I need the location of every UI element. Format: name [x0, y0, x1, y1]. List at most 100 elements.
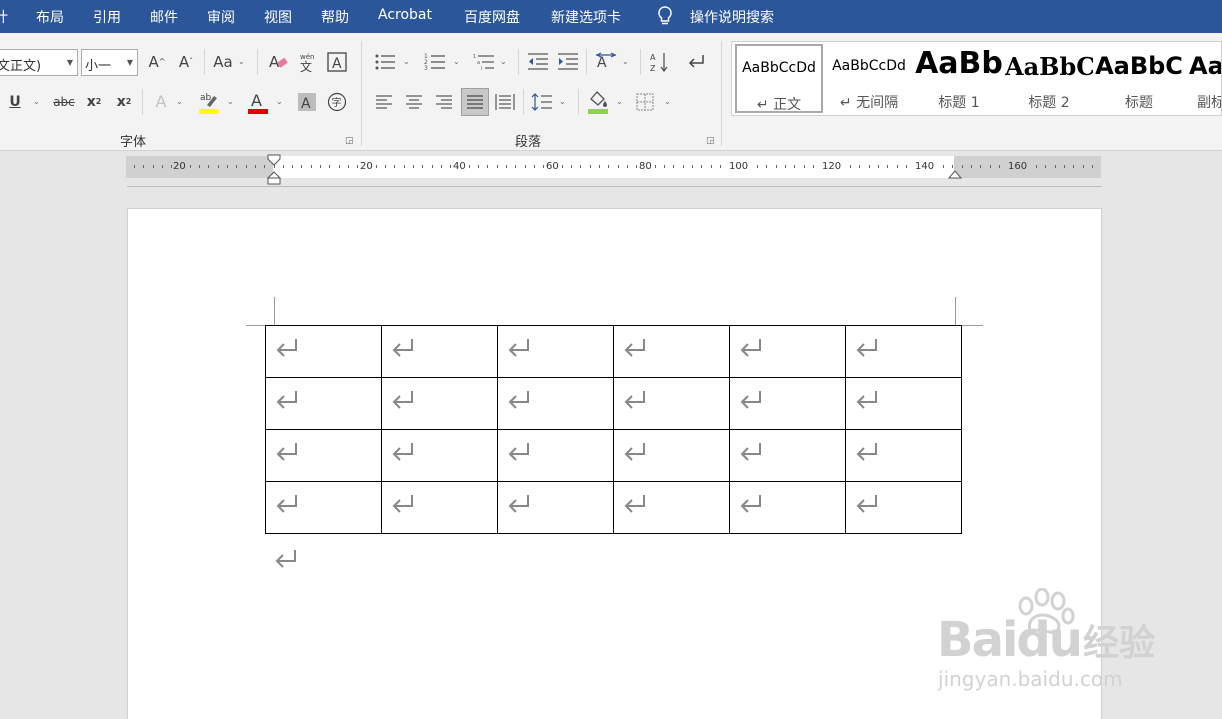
- highlight-color-icon[interactable]: ab: [197, 89, 221, 115]
- table-cell[interactable]: [265, 429, 382, 482]
- ruler-tick: [1073, 165, 1075, 168]
- style-subtitle[interactable]: AaI 副标: [1185, 44, 1221, 113]
- chevron-down-icon[interactable]: ⌄: [33, 97, 40, 106]
- tab-design[interactable]: 计: [0, 7, 8, 27]
- ruler-tick: [431, 165, 433, 168]
- horizontal-ruler[interactable]: 20 20 40 60 80 100 120 140 160: [126, 154, 1101, 185]
- ruler-tick: [859, 165, 861, 168]
- style-title[interactable]: AaBbC 标题: [1095, 44, 1183, 113]
- table-cell[interactable]: [729, 377, 846, 430]
- table-cell[interactable]: [845, 429, 962, 482]
- chevron-down-icon[interactable]: ⌄: [453, 57, 460, 66]
- chevron-down-icon[interactable]: ⌄: [559, 97, 566, 106]
- chevron-down-icon[interactable]: ⌄: [276, 97, 283, 106]
- subscript-icon[interactable]: x2: [83, 91, 105, 113]
- table-cell[interactable]: [729, 481, 846, 534]
- chevron-down-icon[interactable]: ⌄: [616, 97, 623, 106]
- bullets-icon[interactable]: [373, 51, 397, 73]
- chevron-down-icon[interactable]: ⌄: [176, 97, 183, 106]
- table-cell[interactable]: [497, 377, 614, 430]
- font-color-icon[interactable]: A: [246, 89, 270, 115]
- align-left-icon[interactable]: [373, 91, 395, 113]
- tab-new-tab[interactable]: 新建选项卡: [551, 7, 621, 27]
- table-cell[interactable]: [381, 377, 498, 430]
- table-cell[interactable]: [381, 429, 498, 482]
- numbering-icon[interactable]: 123: [423, 51, 447, 73]
- chevron-down-icon[interactable]: ⌄: [622, 57, 629, 66]
- table-cell[interactable]: [265, 377, 382, 430]
- tab-baidu-netdisk[interactable]: 百度网盘: [464, 7, 520, 27]
- table-cell[interactable]: [265, 325, 382, 378]
- chevron-down-icon[interactable]: ⌄: [500, 57, 507, 66]
- tab-help[interactable]: 帮助: [321, 7, 349, 27]
- clear-formatting-icon[interactable]: A: [266, 51, 290, 73]
- distributed-align-icon[interactable]: [494, 91, 516, 113]
- table-cell[interactable]: [845, 377, 962, 430]
- chevron-down-icon[interactable]: ⌄: [403, 57, 410, 66]
- style-heading-2[interactable]: AaBbC 标题 2: [1005, 44, 1093, 113]
- paragraph-dialog-launcher-icon[interactable]: ◲: [706, 136, 715, 146]
- table-cell[interactable]: [845, 481, 962, 534]
- chevron-down-icon[interactable]: ⌄: [238, 57, 245, 66]
- font-dialog-launcher-icon[interactable]: ◲: [345, 136, 354, 146]
- enclose-characters-icon[interactable]: 字: [326, 91, 348, 113]
- align-center-icon[interactable]: [403, 91, 425, 113]
- font-size-combo[interactable]: 小一 ▼: [81, 49, 138, 76]
- font-name-combo[interactable]: 文正文) ▼: [0, 49, 78, 76]
- table-cell[interactable]: [613, 481, 730, 534]
- tab-layout[interactable]: 布局: [36, 7, 64, 27]
- table-cell[interactable]: [497, 481, 614, 534]
- character-shading-icon[interactable]: A: [296, 91, 318, 113]
- strikethrough-icon[interactable]: abc: [52, 91, 76, 113]
- sort-icon[interactable]: AZ: [648, 51, 672, 73]
- line-spacing-icon[interactable]: [530, 91, 554, 113]
- table-cell[interactable]: [845, 325, 962, 378]
- table-cell[interactable]: [381, 481, 498, 534]
- tab-references[interactable]: 引用: [93, 7, 121, 27]
- table-cell[interactable]: [613, 325, 730, 378]
- table-cell[interactable]: [497, 325, 614, 378]
- underline-icon[interactable]: U: [4, 91, 26, 113]
- style-heading-1[interactable]: AaBb 标题 1: [915, 44, 1003, 113]
- multilevel-list-icon[interactable]: 1ai: [472, 51, 496, 73]
- paragraph-mark-icon: [740, 391, 761, 409]
- right-indent-marker-icon[interactable]: [948, 168, 962, 180]
- style-no-spacing[interactable]: AaBbCcDd ↵ 无间隔: [825, 44, 913, 113]
- borders-icon[interactable]: [634, 91, 656, 113]
- table-cell[interactable]: [613, 429, 730, 482]
- tab-mailings[interactable]: 邮件: [150, 7, 178, 27]
- chevron-down-icon[interactable]: ⌄: [227, 97, 234, 106]
- phonetic-guide-icon[interactable]: wén 文: [296, 51, 320, 73]
- superscript-icon[interactable]: x2: [113, 91, 135, 113]
- tab-acrobat[interactable]: Acrobat: [378, 7, 432, 23]
- change-case-icon[interactable]: Aa: [211, 51, 235, 73]
- table-cell[interactable]: [613, 377, 730, 430]
- table-cell[interactable]: [729, 429, 846, 482]
- character-border-icon[interactable]: A: [326, 51, 348, 73]
- align-right-icon[interactable]: [433, 91, 455, 113]
- decrease-indent-icon[interactable]: [526, 51, 550, 73]
- shrink-font-icon[interactable]: Aˇ: [175, 51, 197, 73]
- chevron-down-icon[interactable]: ▼: [127, 58, 133, 67]
- tab-review[interactable]: 审阅: [207, 7, 235, 27]
- table-cell[interactable]: [265, 481, 382, 534]
- document-table[interactable]: [265, 325, 962, 534]
- tell-me-search[interactable]: 操作说明搜索: [690, 7, 774, 27]
- ruler-label: 20: [172, 161, 187, 172]
- increase-indent-icon[interactable]: [556, 51, 580, 73]
- show-hide-marks-icon[interactable]: [684, 51, 708, 73]
- table-cell[interactable]: [381, 325, 498, 378]
- indent-markers-icon[interactable]: [267, 154, 281, 186]
- justify-icon[interactable]: [461, 88, 489, 116]
- chevron-down-icon[interactable]: ▼: [67, 58, 73, 67]
- chevron-down-icon[interactable]: ⌄: [664, 97, 671, 106]
- shading-icon[interactable]: [586, 89, 610, 115]
- text-effects-icon[interactable]: A: [150, 91, 172, 113]
- table-cell[interactable]: [497, 429, 614, 482]
- table-cell[interactable]: [729, 325, 846, 378]
- tab-view[interactable]: 视图: [264, 7, 292, 27]
- grow-font-icon[interactable]: A ^: [146, 51, 168, 73]
- chinese-layout-icon[interactable]: A: [594, 51, 618, 73]
- style-normal[interactable]: AaBbCcDd ↵ 正文: [735, 44, 823, 113]
- ruler-tick: [254, 165, 256, 168]
